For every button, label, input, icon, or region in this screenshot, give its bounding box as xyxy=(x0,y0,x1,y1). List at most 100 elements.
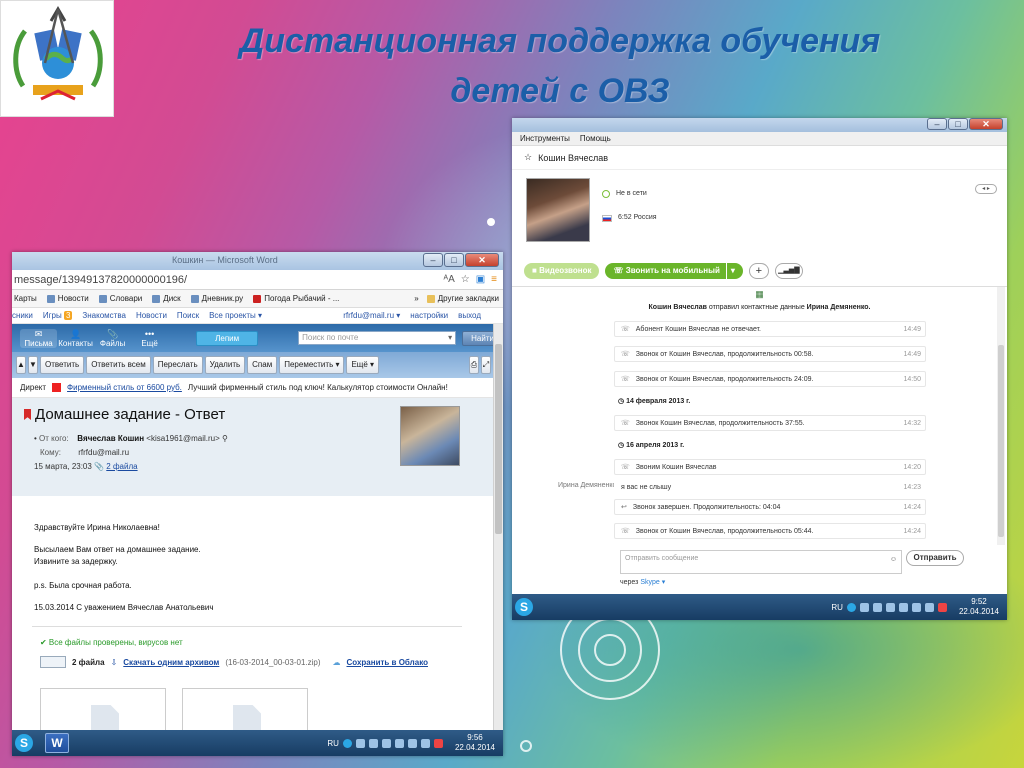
tray-icon[interactable] xyxy=(355,738,365,748)
maximize-button[interactable]: □ xyxy=(444,253,464,267)
bookmarks-more[interactable]: » xyxy=(414,294,418,303)
menu-help[interactable]: Помощь xyxy=(580,134,611,143)
volume-icon[interactable] xyxy=(924,602,934,612)
delete-button[interactable]: Удалить xyxy=(204,356,246,374)
skype-tray-icon[interactable] xyxy=(846,602,856,612)
volume-icon[interactable] xyxy=(420,738,430,748)
portal-link[interactable]: Знакомства xyxy=(82,311,126,320)
portal-link[interactable]: сники xyxy=(12,311,33,320)
language-indicator[interactable]: RU xyxy=(327,739,339,748)
files-link[interactable]: 2 файла xyxy=(106,462,137,471)
emoji-icon[interactable]: ☺ xyxy=(890,556,897,563)
other-bookmarks[interactable]: Другие закладки xyxy=(426,294,499,303)
from-email[interactable]: <kisa1961@mail.ru> xyxy=(146,434,220,443)
bookmark-item[interactable]: Дневник.ру xyxy=(190,294,243,303)
network-icon[interactable] xyxy=(911,602,921,612)
save-to-cloud-link[interactable]: Сохранить в Облако xyxy=(347,658,428,667)
nav-files[interactable]: 📎 Файлы xyxy=(94,329,131,348)
tray-icon[interactable] xyxy=(394,738,404,748)
logout-link[interactable]: выход xyxy=(458,311,481,320)
bookmark-item[interactable]: Новости xyxy=(46,294,89,303)
print-icon[interactable]: ⎙ xyxy=(469,356,479,374)
clock[interactable]: 9:52 22.04.2014 xyxy=(959,597,999,617)
bookmark-item[interactable]: Карты xyxy=(14,294,37,303)
minimize-button[interactable]: – xyxy=(927,118,947,130)
settings-link[interactable]: настройки xyxy=(410,311,448,320)
message-input[interactable]: Отправить сообщение ☺ xyxy=(620,550,902,574)
clock[interactable]: 9:56 22.04.2014 xyxy=(455,733,495,753)
call-mobile-button[interactable]: ☏ Звонить на мобильный ▾ xyxy=(605,263,743,279)
flag-icon[interactable] xyxy=(24,409,31,420)
portal-link-games[interactable]: Игры 3 xyxy=(43,311,73,320)
close-button[interactable]: ✕ xyxy=(969,118,1003,130)
chat-history: ▦ Кошин Вячеслав отправил контактные дан… xyxy=(512,286,1007,548)
maximize-button[interactable]: □ xyxy=(948,118,968,130)
menu-icon[interactable]: ≡ xyxy=(491,274,497,285)
skype-taskbar-icon[interactable]: S xyxy=(515,598,533,616)
bookmark-item[interactable]: Диск xyxy=(152,294,181,303)
close-button[interactable]: ✕ xyxy=(465,253,499,267)
expand-icon[interactable]: ⤢ xyxy=(481,356,491,374)
send-button[interactable]: Отправить xyxy=(906,550,964,566)
sender-avatar[interactable] xyxy=(400,406,460,466)
tray-icon[interactable] xyxy=(859,602,869,612)
menu-tools[interactable]: Инструменты xyxy=(520,134,570,143)
chat-scrollbar[interactable] xyxy=(997,287,1005,545)
portal-link[interactable]: Новости xyxy=(136,311,167,320)
view-toggle-icon[interactable] xyxy=(40,656,66,668)
portal-link[interactable]: Все проекты ▾ xyxy=(209,311,262,320)
prev-message-button[interactable]: ▲ xyxy=(16,356,26,374)
address-bar[interactable]: message/13949137820000000196/ ᴬA ☆ ▣ ≡ xyxy=(12,270,503,290)
network-icon[interactable] xyxy=(407,738,417,748)
translate-icon[interactable]: ᴬA xyxy=(444,274,455,285)
signal-icon[interactable]: ▁▃▅▇ xyxy=(774,263,803,279)
minimize-button[interactable]: – xyxy=(423,253,443,267)
to-address[interactable]: rfrfdu@mail.ru xyxy=(78,448,129,457)
tray-icon[interactable] xyxy=(381,738,391,748)
url-text[interactable]: message/13949137820000000196/ xyxy=(12,274,444,286)
scrollbar[interactable] xyxy=(493,324,503,734)
tray-icon[interactable] xyxy=(368,738,378,748)
more-button[interactable]: Ещё ▾ xyxy=(346,356,380,374)
nav-letters[interactable]: ✉ Письма xyxy=(20,328,58,348)
language-indicator[interactable]: RU xyxy=(831,603,843,612)
nav-more[interactable]: ••• Ещё xyxy=(131,329,168,348)
tray-icon[interactable] xyxy=(885,602,895,612)
flag-icon[interactable] xyxy=(937,602,947,612)
add-button[interactable]: + xyxy=(748,263,769,279)
scrollbar-thumb[interactable] xyxy=(998,345,1004,537)
star-icon[interactable]: ☆ xyxy=(461,274,470,285)
next-message-button[interactable]: ▼ xyxy=(28,356,38,374)
ad-link[interactable]: Фирменный стиль от 6600 руб. xyxy=(67,383,182,392)
nav-contacts[interactable]: 👤 Контакты xyxy=(57,329,94,348)
tray-icon[interactable] xyxy=(898,602,908,612)
extension-icon[interactable]: ▣ xyxy=(476,274,485,285)
contact-avatar[interactable] xyxy=(526,178,590,242)
bookmark-item[interactable]: Погода Рыбачий - ... xyxy=(253,294,339,303)
forward-button[interactable]: Переслать xyxy=(152,356,203,374)
send-via-dropdown[interactable]: Skype ▾ xyxy=(640,579,665,586)
move-button[interactable]: Переместить ▾ xyxy=(279,356,345,374)
reply-button[interactable]: Ответить xyxy=(40,356,85,374)
search-icon[interactable]: ⚲ xyxy=(222,434,228,443)
status-text: Не в сети xyxy=(616,190,647,197)
star-icon[interactable]: ☆ xyxy=(524,152,532,163)
skype-taskbar-icon[interactable]: S xyxy=(15,734,33,752)
flag-icon[interactable] xyxy=(433,738,443,748)
account-menu[interactable]: rfrfdu@mail.ru ▾ xyxy=(343,311,400,320)
download-archive-link[interactable]: Скачать одним архивом xyxy=(123,658,219,667)
skype-tray-icon[interactable] xyxy=(342,738,352,748)
bookmark-item[interactable]: Словари xyxy=(98,294,142,303)
scrollbar-thumb[interactable] xyxy=(495,344,502,534)
tray-icon[interactable] xyxy=(872,602,882,612)
from-name[interactable]: Вячеслав Кошин xyxy=(77,434,144,443)
search-input[interactable]: Поиск по почте xyxy=(298,331,457,345)
word-taskbar-icon[interactable]: W xyxy=(45,733,69,753)
profile-nav-arrows[interactable]: ◂ ▸ xyxy=(975,184,997,194)
spam-button[interactable]: Спам xyxy=(247,356,278,374)
portal-link[interactable]: Поиск xyxy=(177,311,199,320)
lepim-button[interactable]: Лепим xyxy=(196,330,259,346)
reply-all-button[interactable]: Ответить всем xyxy=(86,356,151,374)
video-call-button[interactable]: ■ Видеозвонок xyxy=(524,263,600,279)
archive-name: (16-03-2014_00-03-01.zip) xyxy=(225,657,321,667)
